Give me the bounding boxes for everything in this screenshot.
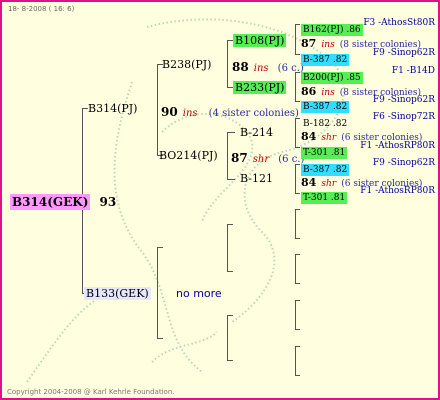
gen4-location: F9 -Sinop62R	[372, 95, 435, 105]
empty-branch-h3a	[295, 209, 300, 210]
gen1-lower-note: no more	[176, 287, 222, 300]
empty-branch-h2a	[227, 224, 233, 225]
gen4-tag[interactable]: T-301 .81	[301, 192, 348, 204]
gen1-upper-race: ins	[182, 108, 198, 119]
empty-branch-v3b	[295, 254, 296, 284]
empty-branch-h3h	[295, 375, 300, 376]
empty-branch-h3f	[295, 329, 300, 330]
empty-branch-vertical	[157, 247, 158, 339]
connector-b108-vertical	[295, 24, 296, 55]
connector-b121-lower	[295, 193, 300, 194]
gen3-b214-label[interactable]: B-214	[240, 127, 273, 138]
gen4-row-12: T-301 .81 F1 -AthosRP80R	[301, 186, 435, 204]
connector-b233-lower	[295, 101, 300, 102]
gen4-location: F1 -AthosRP80R	[360, 186, 435, 196]
copyright-footer: Copyright 2004-2008 @ Karl Kehrle Founda…	[7, 388, 175, 396]
root-queen-year: 93	[99, 195, 117, 209]
date-stamp: 18- 8-2008 ( 16: 6)	[8, 5, 75, 13]
empty-branch-lower	[157, 338, 163, 339]
gen3-b108-label[interactable]: B108(PJ)	[233, 34, 287, 47]
empty-branch-h3g	[295, 346, 300, 347]
empty-branch-v3c	[295, 300, 296, 330]
connector-b214-vertical	[295, 118, 296, 148]
gen4-location: F9 -Sinop62R	[372, 158, 435, 168]
empty-branch-v3a	[295, 209, 296, 239]
gen3-b121-label[interactable]: B-121	[240, 173, 273, 184]
gen2-b238-label[interactable]: B238(PJ)	[162, 59, 211, 70]
connector-b121-vertical	[295, 164, 296, 194]
connector-gen1-vertical	[157, 64, 158, 156]
gen2-bo214-info: 87 shr (6 c.)	[231, 149, 304, 165]
connector-bo214-upper	[227, 132, 235, 133]
connector-b108-upper	[295, 24, 300, 25]
gen1-lower-label[interactable]: B133(GEK)	[84, 287, 151, 300]
connector-b214-lower	[295, 147, 300, 148]
empty-branch-h2c	[227, 315, 233, 316]
gen4-row-1: B162(PJ) .86 F3 -AthosSt80R	[301, 18, 435, 36]
empty-branch-h3e	[295, 300, 300, 301]
empty-branch-h3c	[295, 254, 300, 255]
gen4-row-4: B200(PJ) .85 F1 -B14D	[301, 66, 435, 84]
gen1-upper-info: 90 ins (4 sister colonies)	[161, 103, 299, 119]
root-queen-node[interactable]: B314(GEK) 93	[10, 193, 117, 210]
pedigree-frame: 18- 8-2008 ( 16: 6) Copyright 2004-2008 …	[0, 0, 440, 400]
connector-bo214-lower	[227, 179, 235, 180]
gen4-row-3: B-387 .82 F9 -Sinop62R	[301, 48, 435, 66]
gen4-location: F9 -Sinop62R	[372, 48, 435, 58]
connector-b233-vertical	[295, 72, 296, 102]
gen4-location: F1 -AthosRP80R	[360, 141, 435, 151]
empty-branch-h3b	[295, 238, 300, 239]
connector-b238-vertical	[227, 40, 228, 88]
gen3-b108-sisters: (6 c.)	[277, 63, 304, 74]
empty-branch-h3d	[295, 283, 300, 284]
connector-bo214-vertical	[227, 132, 228, 180]
gen4-row-6: B-387 .82 F9 -Sinop62R	[301, 95, 435, 113]
gen3-b108-year: 88	[232, 60, 249, 74]
empty-branch-upper	[157, 247, 163, 248]
gen1-upper-year: 90	[161, 105, 178, 119]
empty-branch-h2d	[227, 360, 233, 361]
gen3-b108-info: 88 ins (6 c.)	[232, 58, 304, 74]
gen2-bo214-year: 87	[231, 151, 248, 165]
gen4-row-9: T-301 .81 F1 -AthosRP80R	[301, 141, 435, 159]
gen2-bo214-race: shr	[252, 154, 270, 165]
root-queen-label[interactable]: B314(GEK)	[10, 194, 91, 210]
gen4-location: F6 -Sinop72R	[372, 112, 435, 122]
gen4-tag[interactable]: B-387 .82	[301, 101, 350, 113]
empty-branch-v3d	[295, 346, 296, 376]
gen2-bo214-label[interactable]: BO214(PJ)	[159, 150, 218, 161]
empty-branch-v2b	[227, 315, 228, 361]
empty-branch-v2a	[227, 224, 228, 272]
gen3-b108-race: ins	[253, 63, 269, 74]
gen4-tag[interactable]: T-301 .81	[301, 147, 348, 159]
gen4-location: F1 -B14D	[391, 66, 435, 76]
empty-branch-h2b	[227, 271, 233, 272]
gen1-upper-sisters: (4 sister colonies)	[208, 108, 299, 119]
gen1-upper-label[interactable]: B314(PJ)	[88, 103, 137, 114]
gen4-location: F3 -AthosSt80R	[363, 18, 435, 28]
connector-b108-lower	[295, 54, 300, 55]
gen3-b233-label[interactable]: B233(PJ)	[233, 81, 287, 94]
gen4-tag[interactable]: B-387 .82	[301, 54, 350, 66]
